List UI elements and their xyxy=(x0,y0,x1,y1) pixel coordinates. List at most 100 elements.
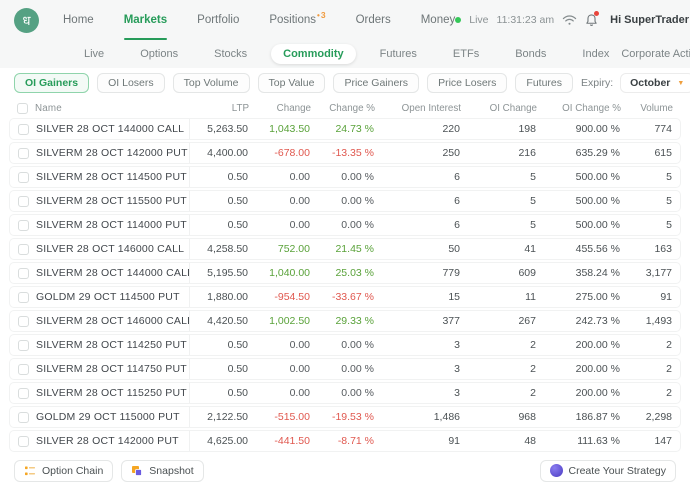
filter-pill[interactable]: Top Value xyxy=(258,73,326,93)
open-interest-value: 6 xyxy=(374,195,460,207)
open-interest-value: 220 xyxy=(374,123,460,135)
change-pct-value: 0.00 % xyxy=(310,363,374,375)
ltp-value: 2,122.50 xyxy=(190,411,248,423)
create-strategy-button[interactable]: Create Your Strategy xyxy=(540,460,676,482)
change-value: 1,043.50 xyxy=(248,123,310,135)
table-row[interactable]: SILVERM 28 OCT 115500 PUT 0.50 0.00 0.00… xyxy=(9,190,681,212)
oi-change-pct-value: 900.00 % xyxy=(536,123,620,135)
table-row[interactable]: GOLDM 29 OCT 115000 PUT 2,122.50 -515.00… xyxy=(9,406,681,428)
change-value: 0.00 xyxy=(248,363,310,375)
snapshot-button[interactable]: Snapshot xyxy=(121,460,203,482)
row-checkbox[interactable] xyxy=(18,268,29,279)
table-row[interactable]: SILVER 28 OCT 142000 PUT 4,625.00 -441.5… xyxy=(9,430,681,452)
table-row[interactable]: SILVERM 28 OCT 114750 PUT 0.50 0.00 0.00… xyxy=(9,358,681,380)
ltp-value: 0.50 xyxy=(190,195,248,207)
row-checkbox[interactable] xyxy=(18,148,29,159)
column-header-oi-change-pct[interactable]: OI Change % xyxy=(537,103,621,114)
table-row[interactable]: SILVERM 28 OCT 115250 PUT 0.50 0.00 0.00… xyxy=(9,382,681,404)
segment-tab[interactable]: Options xyxy=(128,44,190,64)
row-checkbox[interactable] xyxy=(18,196,29,207)
filter-pill[interactable]: OI Gainers xyxy=(14,73,89,93)
ltp-value: 4,400.00 xyxy=(190,147,248,159)
segment-tab[interactable]: Live xyxy=(72,44,116,64)
network-signal-icon[interactable] xyxy=(562,14,577,26)
column-header-name[interactable]: Name xyxy=(35,98,191,118)
row-checkbox[interactable] xyxy=(18,316,29,327)
open-interest-value: 3 xyxy=(374,387,460,399)
nav-item[interactable]: Markets xyxy=(124,0,167,40)
table-row[interactable]: GOLDM 29 OCT 114500 PUT 1,880.00 -954.50… xyxy=(9,286,681,308)
oi-change-pct-value: 200.00 % xyxy=(536,339,620,351)
chevron-down-icon: ▼ xyxy=(677,80,684,87)
filter-pill[interactable]: Top Volume xyxy=(173,73,250,93)
select-all-checkbox[interactable] xyxy=(17,103,28,114)
ltp-value: 0.50 xyxy=(190,363,248,375)
column-header-open-interest[interactable]: Open Interest xyxy=(375,103,461,114)
segment-tab[interactable]: ETFs xyxy=(441,44,491,64)
row-checkbox[interactable] xyxy=(18,124,29,135)
filter-pill[interactable]: Price Gainers xyxy=(333,73,419,93)
app-logo[interactable]: ध xyxy=(14,8,39,33)
nav-item[interactable]: Money xyxy=(421,0,456,40)
row-checkbox[interactable] xyxy=(18,244,29,255)
column-header-change[interactable]: Change xyxy=(249,103,311,114)
column-header-volume[interactable]: Volume xyxy=(621,103,673,114)
open-interest-value: 91 xyxy=(374,435,460,447)
expiry-dropdown[interactable]: October ▼ xyxy=(620,73,690,93)
segment-tab[interactable]: Bonds xyxy=(503,44,558,64)
open-interest-value: 15 xyxy=(374,291,460,303)
change-pct-value: -19.53 % xyxy=(310,411,374,423)
change-pct-value: 0.00 % xyxy=(310,195,374,207)
ltp-value: 4,625.00 xyxy=(190,435,248,447)
oi-change-value: 11 xyxy=(460,291,536,303)
row-checkbox[interactable] xyxy=(18,364,29,375)
table-row[interactable]: SILVERM 28 OCT 114250 PUT 0.50 0.00 0.00… xyxy=(9,334,681,356)
nav-item[interactable]: Home xyxy=(63,0,94,40)
column-header-change-pct[interactable]: Change % xyxy=(311,103,375,114)
expiry-group: Expiry: October ▼ xyxy=(581,73,690,93)
change-pct-value: -13.35 % xyxy=(310,147,374,159)
oi-change-pct-value: 358.24 % xyxy=(536,267,620,279)
notifications-bell-icon[interactable] xyxy=(585,13,598,27)
option-chain-label: Option Chain xyxy=(42,465,103,477)
segment-tab[interactable]: Stocks xyxy=(202,44,259,64)
row-checkbox[interactable] xyxy=(18,292,29,303)
table-row[interactable]: SILVERM 28 OCT 146000 CALL 4,420.50 1,00… xyxy=(9,310,681,332)
oi-change-value: 5 xyxy=(460,219,536,231)
table-row[interactable]: SILVERM 28 OCT 142000 PUT 4,400.00 -678.… xyxy=(9,142,681,164)
ltp-value: 4,420.50 xyxy=(190,315,248,327)
segment-tab[interactable]: Futures xyxy=(368,44,429,64)
segment-tab-bar: Live Options Stocks Commodity Futures ETFs Bon… xyxy=(0,40,690,68)
option-chain-button[interactable]: Option Chain xyxy=(14,460,113,482)
oi-change-value: 609 xyxy=(460,267,536,279)
filter-pill[interactable]: Price Losers xyxy=(427,73,507,93)
table-row[interactable]: SILVER 28 OCT 146000 CALL 4,258.50 752.0… xyxy=(9,238,681,260)
volume-value: 163 xyxy=(620,243,672,255)
oi-gainers-table: Name LTP Change Change % Open Interest O… xyxy=(0,96,690,452)
filter-pill[interactable]: OI Losers xyxy=(97,73,165,93)
row-checkbox[interactable] xyxy=(18,388,29,399)
tabbar-link[interactable]: Corporate Action xyxy=(621,48,690,60)
table-row[interactable]: SILVERM 28 OCT 144000 CALL 5,195.50 1,04… xyxy=(9,262,681,284)
nav-item[interactable]: Orders xyxy=(356,0,391,40)
nav-item[interactable]: Portfolio xyxy=(197,0,239,40)
segment-tab[interactable]: Commodity xyxy=(271,44,356,64)
row-checkbox[interactable] xyxy=(18,220,29,231)
column-header-ltp[interactable]: LTP xyxy=(191,103,249,114)
row-checkbox[interactable] xyxy=(18,172,29,183)
ltp-value: 0.50 xyxy=(190,171,248,183)
nav-item-label: Home xyxy=(63,14,94,26)
filter-pill[interactable]: Futures xyxy=(515,73,573,93)
user-greeting: Hi SuperTrader xyxy=(610,14,689,26)
row-checkbox[interactable] xyxy=(18,412,29,423)
volume-value: 2 xyxy=(620,387,672,399)
table-row[interactable]: SILVER 28 OCT 144000 CALL 5,263.50 1,043… xyxy=(9,118,681,140)
row-checkbox[interactable] xyxy=(18,340,29,351)
change-value: 1,040.00 xyxy=(248,267,310,279)
table-row[interactable]: SILVERM 28 OCT 114500 PUT 0.50 0.00 0.00… xyxy=(9,166,681,188)
nav-item[interactable]: Positions3 xyxy=(269,0,325,40)
table-row[interactable]: SILVERM 28 OCT 114000 PUT 0.50 0.00 0.00… xyxy=(9,214,681,236)
row-checkbox[interactable] xyxy=(18,436,29,447)
column-header-oi-change[interactable]: OI Change xyxy=(461,103,537,114)
segment-tab[interactable]: Index xyxy=(570,44,621,64)
